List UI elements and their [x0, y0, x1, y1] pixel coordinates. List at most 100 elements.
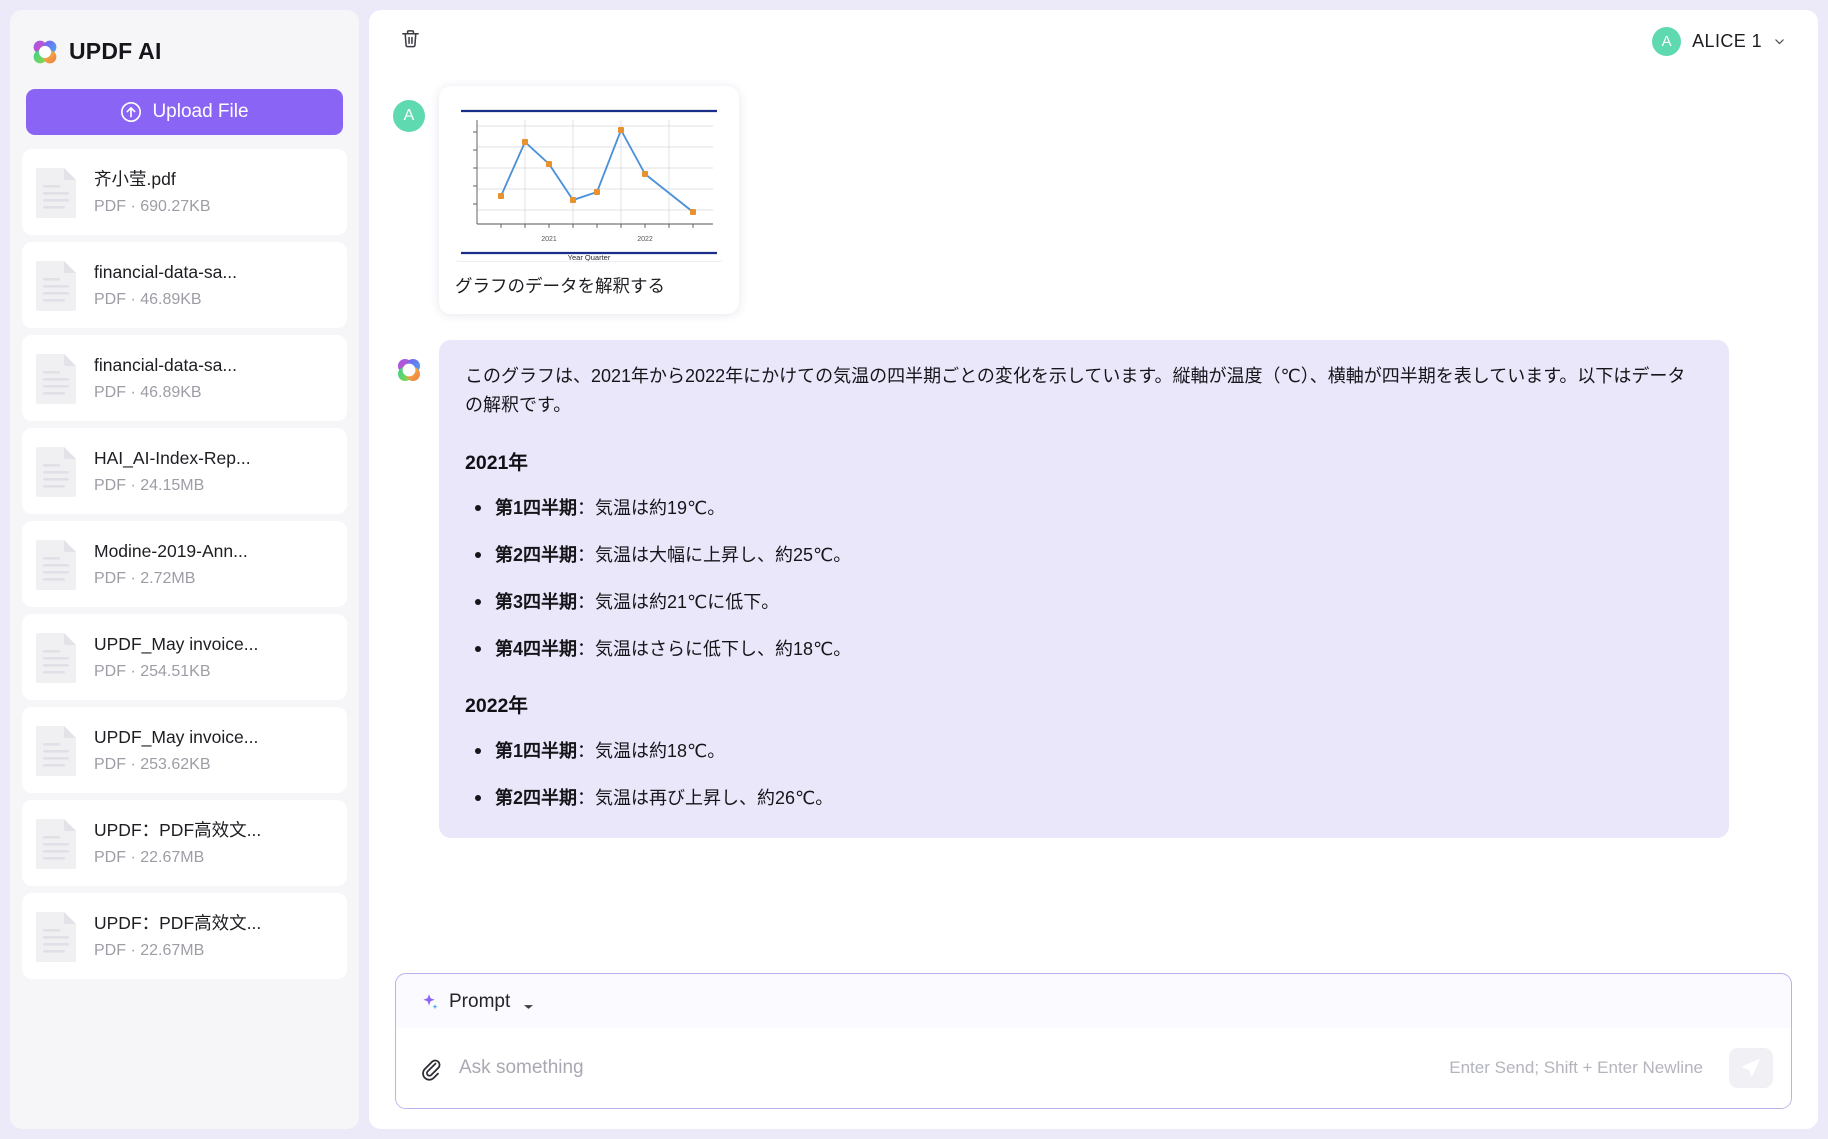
svg-text:2021: 2021 — [541, 236, 557, 243]
file-list[interactable]: 齐小莹.pdf PDF · 690.27KB financial-data-sa..… — [10, 149, 359, 1129]
ai-bullet-item: 第4四半期：気温はさらに低下し、約18℃。 — [465, 636, 1703, 663]
ai-bullet-item: 第2四半期：気温は再び上昇し、約26℃。 — [465, 785, 1703, 812]
upload-file-button[interactable]: Upload File — [26, 89, 343, 135]
ai-bullet-separator: ： — [577, 788, 596, 809]
main-panel: A ALICE 1 A 2021 2022 Year Quarter グラフのデ… — [369, 10, 1818, 1129]
sparkle-icon — [420, 992, 440, 1012]
pdf-file-icon — [34, 816, 80, 870]
file-size-label: PDF · 2.72MB — [94, 569, 196, 587]
ai-bullet-item: 第3四半期：気温は約21℃に低下。 — [465, 589, 1703, 616]
updf-flower-logo-icon — [32, 39, 58, 65]
prompt-label: Prompt — [449, 991, 511, 1012]
ai-bullet-separator: ： — [577, 639, 596, 660]
ai-bullet-label: 第2四半期 — [495, 788, 578, 809]
ai-message-bubble: このグラフは、2021年から2022年にかけての気温の四半期ごとの変化を示してい… — [439, 340, 1729, 839]
file-name: UPDF：PDF高效文... — [94, 820, 262, 841]
pdf-file-icon — [34, 723, 80, 777]
file-meta: financial-data-sa... PDF · 46.89KB — [94, 354, 237, 402]
file-name: Modine-2019-Ann... — [94, 541, 248, 562]
file-list-item[interactable]: Modine-2019-Ann... PDF · 2.72MB — [22, 521, 347, 607]
chevron-down-icon — [523, 998, 534, 1009]
upload-file-label: Upload File — [152, 101, 249, 122]
ai-bullet-item: 第2四半期：気温は大幅に上昇し、約25℃。 — [465, 542, 1703, 569]
svg-text:2022: 2022 — [637, 236, 653, 243]
chevron-down-icon — [1773, 35, 1786, 48]
file-list-item[interactable]: UPDF_May invoice... PDF · 253.62KB — [22, 707, 347, 793]
file-name: financial-data-sa... — [94, 262, 237, 283]
ai-bullet-list: 第1四半期：気温は約18℃。 第2四半期：気温は再び上昇し、約26℃。 — [465, 738, 1703, 812]
top-bar: A ALICE 1 — [369, 10, 1818, 72]
ai-bullet-text: 気温はさらに低下し、約18℃。 — [595, 639, 852, 660]
input-row: Enter Send; Shift + Enter Newline — [396, 1028, 1791, 1108]
avatar: A — [1652, 26, 1682, 56]
pdf-file-icon — [34, 444, 80, 498]
search-input[interactable] — [459, 1057, 1434, 1079]
ai-section-heading: 2022年 — [465, 695, 528, 718]
prompt-selector[interactable]: Prompt — [396, 974, 1791, 1028]
file-name: financial-data-sa... — [94, 355, 237, 376]
user-avatar: A — [393, 100, 425, 132]
file-name: UPDF：PDF高效文... — [94, 913, 262, 934]
ai-bullet-item: 第1四半期：気温は約19℃。 — [465, 495, 1703, 522]
file-size-label: PDF · 22.67MB — [94, 848, 205, 866]
ai-bullet-label: 第3四半期 — [495, 592, 578, 613]
ai-message-row: このグラフは、2021年から2022年にかけての気温の四半期ごとの変化を示してい… — [393, 340, 1758, 839]
ai-bullet-label: 第4四半期 — [495, 639, 578, 660]
file-list-item[interactable]: UPDF_May invoice... PDF · 254.51KB — [22, 614, 347, 700]
file-list-item[interactable]: financial-data-sa... PDF · 46.89KB — [22, 335, 347, 421]
ai-bullet-item: 第1四半期：気温は約18℃。 — [465, 738, 1703, 765]
ai-sections-container: 2021年 第1四半期：気温は約19℃。 第2四半期：気温は大幅に上昇し、約25℃。… — [465, 446, 1703, 812]
file-meta: UPDF_May invoice... PDF · 254.51KB — [94, 633, 258, 681]
chart-attachment-thumbnail[interactable]: 2021 2022 Year Quarter — [455, 102, 723, 262]
file-meta: UPDF：PDF高效文... PDF · 22.67MB — [94, 912, 261, 960]
file-name: HAI_AI-Index-Rep... — [94, 448, 251, 469]
file-list-item[interactable]: HAI_AI-Index-Rep... PDF · 24.15MB — [22, 428, 347, 514]
file-size-label: PDF · 254.51KB — [94, 662, 211, 680]
file-size-label: PDF · 46.89KB — [94, 290, 202, 308]
file-meta: UPDF_May invoice... PDF · 253.62KB — [94, 726, 258, 774]
app-root: UPDF AI Upload File 齐小莹.pdf PDF · 690.27K… — [0, 0, 1828, 1139]
file-name: 齐小莹.pdf — [94, 169, 176, 190]
file-meta: Modine-2019-Ann... PDF · 2.72MB — [94, 540, 248, 588]
ai-avatar-icon — [393, 354, 425, 386]
ai-bullet-text: 気温は約19℃。 — [595, 498, 726, 519]
file-name: UPDF_May invoice... — [94, 634, 259, 655]
file-size-label: PDF · 690.27KB — [94, 197, 211, 215]
paperclip-icon[interactable] — [418, 1056, 443, 1081]
line-chart-preview: 2021 2022 Year Quarter — [455, 102, 723, 262]
file-meta: 齐小莹.pdf PDF · 690.27KB — [94, 168, 211, 216]
file-size-label: PDF · 24.15MB — [94, 476, 205, 494]
upload-arrow-icon — [120, 101, 142, 123]
file-list-item[interactable]: 齐小莹.pdf PDF · 690.27KB — [22, 149, 347, 235]
ai-bullet-label: 第1四半期 — [495, 741, 578, 762]
file-size-label: PDF · 22.67MB — [94, 941, 205, 959]
pdf-file-icon — [34, 258, 80, 312]
chat-scroll-area[interactable]: A 2021 2022 Year Quarter グラフのデータを解釈する この… — [369, 72, 1818, 973]
ai-bullet-label: 第2四半期 — [495, 545, 578, 566]
user-message-bubble: 2021 2022 Year Quarter グラフのデータを解釈する — [439, 86, 739, 314]
pdf-file-icon — [34, 909, 80, 963]
file-name: UPDF_May invoice... — [94, 727, 259, 748]
delete-conversation-button[interactable] — [393, 24, 427, 58]
ai-bullet-separator: ： — [577, 592, 596, 613]
ai-intro-paragraph: このグラフは、2021年から2022年にかけての気温の四半期ごとの変化を示してい… — [465, 366, 1686, 416]
pdf-file-icon — [34, 537, 80, 591]
brand-header: UPDF AI — [10, 10, 359, 85]
pdf-file-icon — [34, 630, 80, 684]
user-menu[interactable]: A ALICE 1 — [1646, 23, 1792, 60]
svg-text:Year Quarter: Year Quarter — [568, 253, 611, 262]
send-paper-plane-icon — [1740, 1056, 1762, 1081]
brand-title: UPDF AI — [69, 38, 162, 64]
file-list-item[interactable]: financial-data-sa... PDF · 46.89KB — [22, 242, 347, 328]
ai-bullet-separator: ： — [577, 545, 596, 566]
trash-icon — [399, 27, 422, 55]
ai-bullet-separator: ： — [577, 498, 596, 519]
file-meta: financial-data-sa... PDF · 46.89KB — [94, 261, 237, 309]
pdf-file-icon — [34, 351, 80, 405]
file-meta: UPDF：PDF高效文... PDF · 22.67MB — [94, 819, 261, 867]
file-list-item[interactable]: UPDF：PDF高效文... PDF · 22.67MB — [22, 893, 347, 979]
ai-bullet-text: 気温は大幅に上昇し、約25℃。 — [595, 545, 852, 566]
send-button[interactable] — [1729, 1048, 1773, 1088]
file-list-item[interactable]: UPDF：PDF高效文... PDF · 22.67MB — [22, 800, 347, 886]
file-size-label: PDF · 46.89KB — [94, 383, 202, 401]
